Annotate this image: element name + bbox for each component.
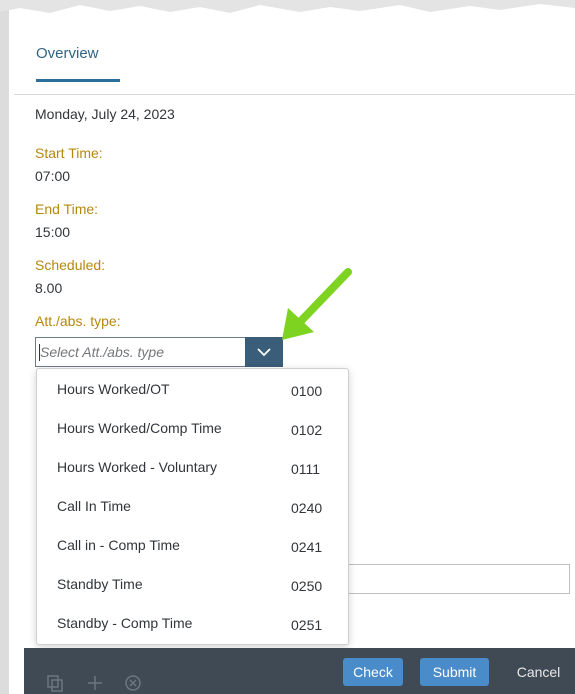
att-abs-type-placeholder: Select Att./abs. type — [40, 344, 164, 360]
delete-icon[interactable] — [124, 674, 142, 692]
add-icon[interactable] — [86, 674, 104, 692]
option-code: 0111 — [291, 461, 321, 477]
check-button[interactable]: Check — [343, 658, 403, 686]
option-label: Call In Time — [57, 498, 131, 514]
option-code: 0100 — [291, 383, 323, 399]
scheduled-value: 8.00 — [35, 280, 63, 296]
end-time-label: End Time: — [35, 201, 99, 217]
att-abs-type-dropdown: Hours Worked/OT 0100 Hours Worked/Comp T… — [36, 368, 349, 645]
option-code: 0240 — [291, 500, 323, 516]
dropdown-option[interactable]: Standby Time 0250 — [37, 565, 348, 604]
cancel-button[interactable]: Cancel — [502, 658, 575, 686]
dropdown-option[interactable]: Hours Worked - Voluntary 0111 — [37, 448, 348, 487]
copy-icon[interactable] — [46, 674, 64, 692]
tab-active-indicator — [36, 79, 120, 82]
torn-edge — [0, 0, 575, 13]
option-label: Call in - Comp Time — [57, 537, 180, 553]
chevron-down-icon — [257, 347, 271, 356]
scheduled-label: Scheduled: — [35, 257, 106, 273]
green-arrow-annotation — [282, 268, 352, 340]
tab-bar: Overview — [14, 22, 575, 95]
tab-overview[interactable]: Overview — [36, 45, 99, 62]
dropdown-option[interactable]: Call In Time 0240 — [37, 487, 348, 526]
option-code: 0241 — [291, 539, 323, 555]
dropdown-option[interactable]: Standby - Comp Time 0251 — [37, 604, 348, 643]
option-code: 0251 — [291, 617, 323, 633]
footer-toolbar: Check Submit Cancel — [24, 648, 575, 694]
att-abs-type-label: Att./abs. type: — [35, 313, 121, 329]
date-text: Monday, July 24, 2023 — [35, 106, 175, 122]
dropdown-option[interactable]: Hours Worked/OT 0100 — [37, 370, 348, 409]
dropdown-option[interactable]: Hours Worked/Comp Time 0102 — [37, 409, 348, 448]
left-border — [0, 0, 9, 694]
submit-button[interactable]: Submit — [420, 658, 489, 686]
option-label: Standby Time — [57, 576, 143, 592]
start-time-value: 07:00 — [35, 168, 71, 184]
dropdown-option[interactable]: Call in - Comp Time 0241 — [37, 526, 348, 565]
option-label: Hours Worked/OT — [57, 381, 170, 397]
att-abs-type-select[interactable]: Select Att./abs. type — [35, 337, 283, 367]
option-label: Standby - Comp Time — [57, 615, 193, 631]
start-time-label: Start Time: — [35, 145, 103, 161]
option-code: 0250 — [291, 578, 323, 594]
option-label: Hours Worked/Comp Time — [57, 420, 222, 436]
option-label: Hours Worked - Voluntary — [57, 459, 218, 475]
end-time-value: 15:00 — [35, 224, 71, 240]
option-code: 0102 — [291, 422, 323, 438]
